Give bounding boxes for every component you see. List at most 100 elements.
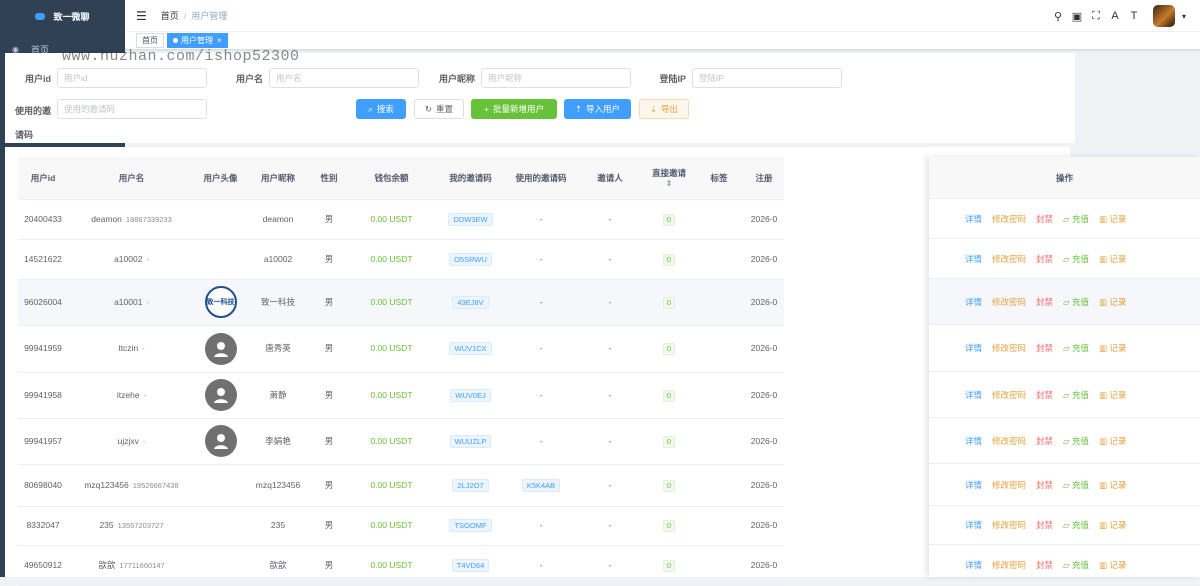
cell-my-code: WUV1CX xyxy=(435,325,506,373)
batch-add-button[interactable]: + 批量新增用户 xyxy=(471,99,557,119)
detail-button[interactable]: 详情 xyxy=(965,519,982,531)
record-button[interactable]: ▥ 记录 xyxy=(1099,435,1126,447)
user-id-input[interactable]: 用户id xyxy=(57,68,207,88)
app-logo[interactable]: 致一微聊 xyxy=(0,0,125,32)
recharge-button[interactable]: ▱ 充值 xyxy=(1063,435,1089,447)
nickname-input[interactable]: 用户昵称 xyxy=(481,68,631,88)
cell-uid: 8332047 xyxy=(18,506,68,546)
table-row[interactable]: 80698040 mzq123456 19526667438 mzq123456 男 0.… xyxy=(18,464,784,507)
recharge-button[interactable]: ▱ 充值 xyxy=(1063,559,1089,571)
record-button[interactable]: ▥ 记录 xyxy=(1099,342,1126,354)
table-row[interactable]: 49650912 歆歆 17711660147 歆歆男 0.00 USDT T4VD64 -… xyxy=(18,545,784,586)
tag-home[interactable]: 首页 xyxy=(136,33,164,48)
record-button[interactable]: ▥ 记录 xyxy=(1099,253,1126,265)
font-size-icon[interactable]: T xyxy=(1126,8,1142,24)
import-button[interactable]: ⇡ 导入用户 xyxy=(564,99,631,119)
record-button[interactable]: ▥ 记录 xyxy=(1099,519,1126,531)
detail-button[interactable]: 详情 xyxy=(965,559,982,571)
cell-inviter: - xyxy=(576,279,644,326)
change-password-button[interactable]: 修改密码 xyxy=(992,435,1026,447)
recharge-button[interactable]: ▱ 充值 xyxy=(1063,213,1089,225)
ban-button[interactable]: 封禁 xyxy=(1036,479,1053,491)
detail-button[interactable]: 详情 xyxy=(965,389,982,401)
ban-button[interactable]: 封禁 xyxy=(1036,253,1053,265)
col-nickname: 用户昵称 xyxy=(246,157,310,200)
recharge-button[interactable]: ▱ 充值 xyxy=(1063,479,1089,491)
username-input[interactable]: 用户名 xyxy=(269,68,419,88)
cell-tag xyxy=(694,325,744,373)
cell-avatar xyxy=(195,199,246,240)
detail-button[interactable]: 详情 xyxy=(965,342,982,354)
change-password-button[interactable]: 修改密码 xyxy=(992,559,1026,571)
search-icon[interactable]: ⚲ xyxy=(1050,8,1066,24)
table-row[interactable]: 20400433 deamon 18867339233 deamon 男 0.00 USD… xyxy=(18,199,784,240)
cell-nickname: 致一科技 xyxy=(246,279,310,326)
cell-uid: 14521622 xyxy=(18,239,68,280)
folder-icon: ▱ xyxy=(1063,253,1072,264)
record-button[interactable]: ▥ 记录 xyxy=(1099,559,1126,571)
table-row[interactable]: 99941958 itzehe - 萧静男 0.00 USDT WUV0EJ - - 0 2026… xyxy=(18,372,784,419)
detail-button[interactable]: 详情 xyxy=(965,435,982,447)
ban-button[interactable]: 封禁 xyxy=(1036,389,1053,401)
record-button[interactable]: ▥ 记录 xyxy=(1099,296,1126,308)
detail-button[interactable]: 详情 xyxy=(965,253,982,265)
cell-tag xyxy=(694,506,744,546)
change-password-button[interactable]: 修改密码 xyxy=(992,253,1026,265)
col-direct-invite[interactable]: 直接邀请 ⇕ xyxy=(644,157,694,200)
avatar[interactable] xyxy=(1152,5,1175,27)
ban-button[interactable]: 封禁 xyxy=(1036,559,1053,571)
ban-button[interactable]: 封禁 xyxy=(1036,519,1053,531)
cell-balance: 0.00 USDT xyxy=(348,279,435,326)
change-password-button[interactable]: 修改密码 xyxy=(992,296,1026,308)
close-icon[interactable]: × xyxy=(217,36,222,45)
record-button[interactable]: ▥ 记录 xyxy=(1099,213,1126,225)
breadcrumb-home[interactable]: 首页 xyxy=(161,11,179,21)
recharge-button[interactable]: ▱ 充值 xyxy=(1063,342,1089,354)
table-row[interactable]: 14521622 a10002- a10002 男 0.00 USDT O5SRWU - -0… xyxy=(18,239,784,280)
change-password-button[interactable]: 修改密码 xyxy=(992,213,1026,225)
invite-code-input[interactable]: 使用的邀请码 xyxy=(57,99,207,119)
ban-button[interactable]: 封禁 xyxy=(1036,435,1053,447)
table-row[interactable]: 96026004 a10001- 致一科技 致一科技男 0.00 USDT 43EJ8V -… xyxy=(18,279,784,326)
cell-reg-time: 2026-0 xyxy=(744,418,784,465)
cell-username: a10002- xyxy=(68,239,195,280)
login-ip-input[interactable]: 登陆IP xyxy=(692,68,842,88)
export-button[interactable]: ⇣ 导出 xyxy=(639,99,689,119)
tag-user-management[interactable]: 用户管理 × xyxy=(167,33,228,48)
reset-button[interactable]: ↻ 重置 xyxy=(414,99,464,119)
hamburger-icon[interactable]: ☰ xyxy=(136,9,147,23)
change-password-button[interactable]: 修改密码 xyxy=(992,479,1026,491)
search-button[interactable]: ⌕ 搜索 xyxy=(356,99,406,119)
cell-avatar xyxy=(195,372,246,419)
detail-button[interactable]: 详情 xyxy=(965,296,982,308)
ban-button[interactable]: 封禁 xyxy=(1036,213,1053,225)
cell-avatar xyxy=(195,545,246,586)
cell-direct-invite: 0 xyxy=(644,545,694,586)
table-row[interactable]: 99941959 ttczin - 唐秀英男 0.00 USDT WUV1CX - - 0 202… xyxy=(18,325,784,373)
chat-icon[interactable]: ▣ xyxy=(1069,8,1085,24)
cell-inviter: - xyxy=(576,325,644,373)
record-button[interactable]: ▥ 记录 xyxy=(1099,479,1126,491)
change-password-button[interactable]: 修改密码 xyxy=(992,342,1026,354)
recharge-button[interactable]: ▱ 充值 xyxy=(1063,296,1089,308)
translate-icon[interactable]: A xyxy=(1107,8,1123,24)
ban-button[interactable]: 封禁 xyxy=(1036,342,1053,354)
record-button[interactable]: ▥ 记录 xyxy=(1099,389,1126,401)
detail-button[interactable]: 详情 xyxy=(965,479,982,491)
table-row[interactable]: 99941957 ujzjxv - 李娟艳男 0.00 USDT WUUZLP - -0 202… xyxy=(18,418,784,465)
recharge-button[interactable]: ▱ 充值 xyxy=(1063,389,1089,401)
trash-icon: ▥ xyxy=(1098,559,1110,570)
cell-uid: 99941957 xyxy=(18,418,68,465)
detail-button[interactable]: 详情 xyxy=(965,213,982,225)
recharge-button[interactable]: ▱ 充值 xyxy=(1063,253,1089,265)
sort-icon[interactable]: ⇕ xyxy=(647,179,691,188)
cell-reg-time: 2026-0 xyxy=(744,199,784,240)
chevron-down-icon[interactable]: ▾ xyxy=(1182,12,1186,21)
ban-button[interactable]: 封禁 xyxy=(1036,296,1053,308)
table-row[interactable]: 8332047 235 13557203727 235 男 0.00 USDT TSOOMF… xyxy=(18,506,784,546)
fullscreen-icon[interactable]: ⛶ xyxy=(1088,8,1104,24)
change-password-button[interactable]: 修改密码 xyxy=(992,519,1026,531)
cell-direct-invite: 0 xyxy=(644,239,694,280)
recharge-button[interactable]: ▱ 充值 xyxy=(1063,519,1089,531)
change-password-button[interactable]: 修改密码 xyxy=(992,389,1026,401)
